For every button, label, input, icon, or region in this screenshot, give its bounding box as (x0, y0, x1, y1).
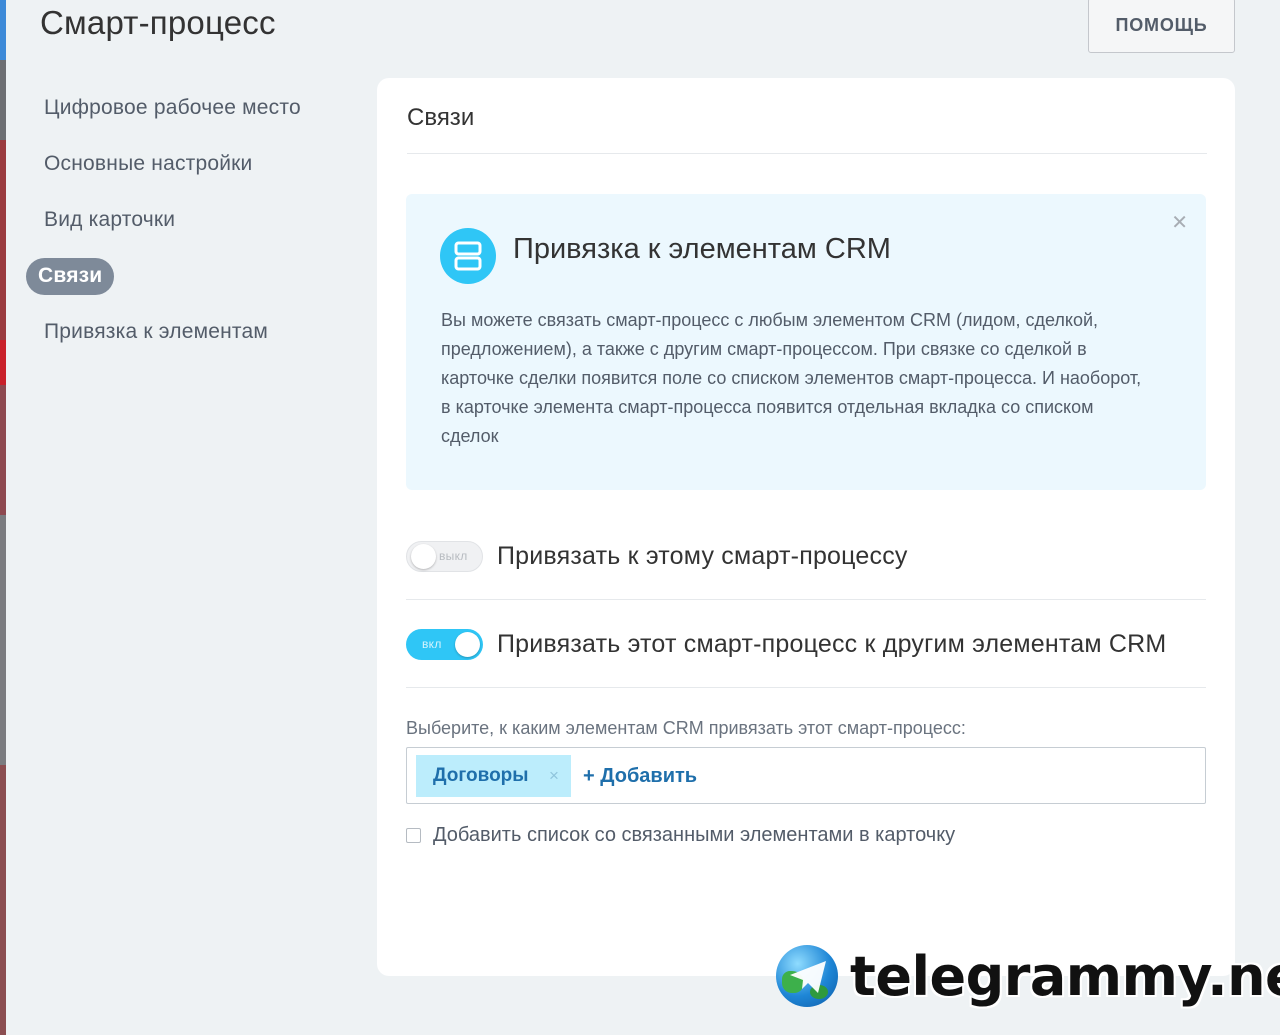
crm-elements-selector[interactable]: Договоры × + Добавить (406, 747, 1206, 804)
info-heading: Привязка к элементам CRM (513, 233, 891, 265)
sidebar-item-element-binding[interactable]: Привязка к элементам (26, 304, 356, 360)
help-button[interactable]: ПОМОЩЬ (1088, 0, 1235, 53)
toggle-state-label: вкл (422, 637, 442, 651)
add-list-checkbox-row: Добавить список со связанными элементами… (406, 824, 955, 847)
crm-elements-icon (440, 228, 496, 284)
toggle-row-bind-to-others: вкл Привязать этот смарт-процесс к други… (406, 629, 1206, 660)
sidebar-item-label: Основные настройки (44, 152, 253, 175)
toggle-knob (411, 544, 436, 569)
page-title: Смарт-процесс (40, 4, 276, 41)
sidebar-item-label: Вид карточки (44, 208, 176, 231)
info-banner: ✕ Привязка к элементам CRM Вы можете свя… (406, 194, 1206, 490)
relations-card: Связи ✕ Привязка к элементам CRM Вы може… (377, 78, 1235, 976)
bind-to-others-toggle[interactable]: вкл (406, 629, 483, 660)
crm-elements-select-label: Выберите, к каким элементам CRM привязат… (406, 718, 966, 738)
sidebar-item-digital-workplace[interactable]: Цифровое рабочее место (26, 80, 356, 136)
watermark-text: telegrammy.net (850, 944, 1280, 1008)
remove-tag-icon[interactable]: × (549, 766, 559, 786)
toggle-label: Привязать этот смарт-процесс к другим эл… (497, 630, 1167, 658)
divider (406, 599, 1206, 600)
divider (406, 687, 1206, 688)
toggle-label: Привязать к этому смарт-процессу (497, 542, 908, 570)
settings-sidebar: Цифровое рабочее место Основные настройк… (26, 80, 356, 360)
globe-icon (776, 945, 838, 1007)
selected-tag[interactable]: Договоры × (416, 755, 571, 797)
sidebar-item-relations[interactable]: Связи (26, 248, 356, 304)
checkbox-label[interactable]: Добавить список со связанными элементами… (433, 824, 955, 847)
sidebar-item-card-view[interactable]: Вид карточки (26, 192, 356, 248)
toggle-row-bind-to-this: выкл Привязать к этому смарт-процессу (406, 541, 1206, 572)
add-element-link[interactable]: + Добавить (583, 765, 697, 788)
sidebar-item-label: Цифровое рабочее место (44, 96, 301, 119)
sidebar-item-label: Привязка к элементам (44, 320, 269, 343)
toggle-state-label: выкл (439, 549, 468, 563)
left-edge-strip (0, 0, 6, 1035)
tag-label: Договоры (433, 765, 529, 786)
watermark: telegrammy.net (776, 943, 1280, 1009)
section-title: Связи (407, 104, 475, 131)
bind-to-this-toggle[interactable]: выкл (406, 541, 483, 572)
close-icon[interactable]: ✕ (1171, 210, 1188, 235)
info-description: Вы можете связать смарт-процесс с любым … (441, 310, 1142, 446)
divider (407, 153, 1207, 154)
add-list-checkbox[interactable] (406, 828, 421, 843)
sidebar-item-label: Связи (26, 257, 115, 295)
toggle-knob (455, 632, 480, 657)
sidebar-item-main-settings[interactable]: Основные настройки (26, 136, 356, 192)
